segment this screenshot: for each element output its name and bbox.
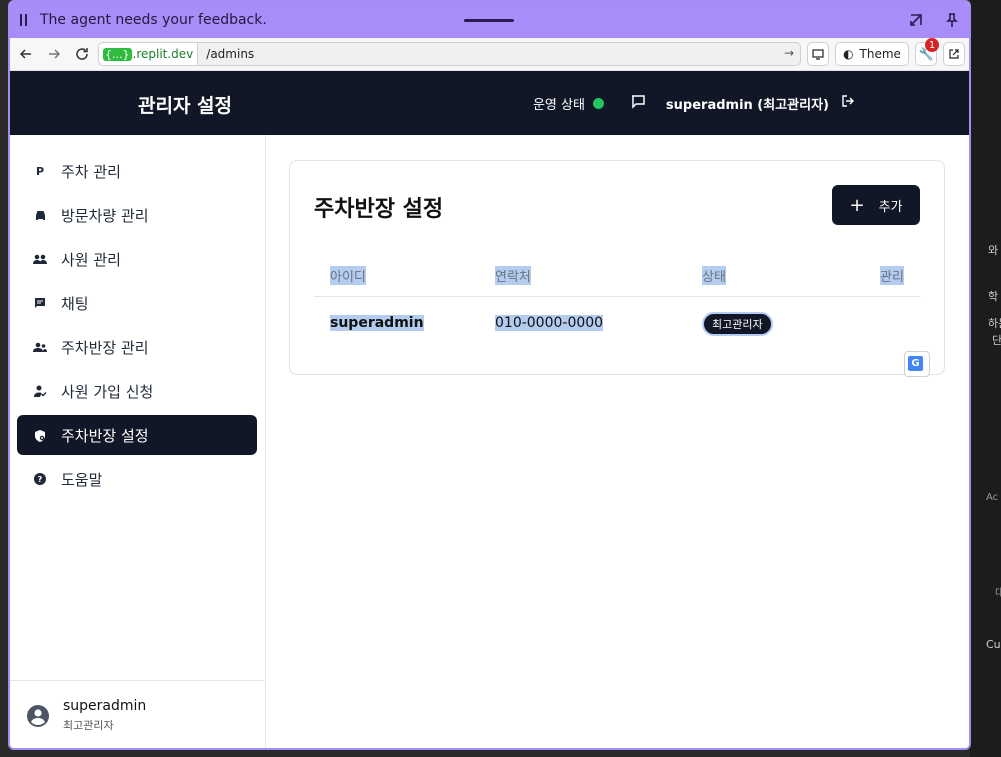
agent-message: The agent needs your feedback. bbox=[40, 12, 267, 28]
svg-text:?: ? bbox=[38, 475, 43, 484]
plus-icon: + bbox=[849, 194, 865, 216]
parking-icon: P bbox=[35, 164, 45, 178]
sidebar-item-visitor-vehicles[interactable]: 방문차량 관리 bbox=[17, 195, 257, 235]
sidebar-item-label: 채팅 bbox=[61, 294, 89, 313]
footer-username: superadmin bbox=[63, 698, 147, 714]
popout-icon[interactable] bbox=[909, 12, 923, 26]
logout-icon[interactable] bbox=[841, 94, 855, 112]
bg-fragment: 학 bbox=[988, 290, 999, 303]
devtools-button[interactable]: 🔧 1 bbox=[915, 38, 939, 66]
pin-icon[interactable] bbox=[945, 12, 959, 27]
sidebar-item-signup-requests[interactable]: 사원 가입 신청 bbox=[17, 371, 257, 411]
column-header: 아이디 bbox=[330, 266, 366, 285]
column-header: 관리 bbox=[880, 266, 904, 285]
theme-button[interactable]: ◐ Theme bbox=[835, 42, 909, 66]
sidebar-item-help[interactable]: ? 도움말 bbox=[17, 459, 257, 499]
status-indicator bbox=[592, 97, 604, 109]
bg-fragment: 와 bbox=[988, 244, 999, 257]
sidebar: P 주차 관리 방문차량 관리 사원 관리 채팅 주차반장 관리 사원 가입 신… bbox=[10, 135, 266, 748]
address-bar[interactable]: {...} .replit.dev /admins → bbox=[98, 42, 801, 66]
url-bar: {...} .replit.dev /admins → ◐ Theme 🔧 1 bbox=[10, 38, 969, 71]
sidebar-item-chat[interactable]: 채팅 bbox=[17, 283, 257, 323]
app-header: 관리자 설정 운영 상태 superadmin (최고관리자) bbox=[10, 71, 969, 135]
sidebar-item-label: 방문차량 관리 bbox=[61, 206, 149, 225]
reload-icon[interactable] bbox=[72, 44, 92, 64]
cell-phone: 010-0000-0000 bbox=[495, 315, 604, 331]
chat-icon[interactable] bbox=[630, 93, 646, 113]
settings-card: 주차반장 설정 + 추가 아이디 연락처 상태 관리 superadmin 01… bbox=[289, 160, 945, 377]
sidebar-item-label: 주차반장 관리 bbox=[61, 338, 149, 357]
sidebar-item-parking[interactable]: P 주차 관리 bbox=[17, 151, 257, 191]
sidebar-item-label: 주차 관리 bbox=[61, 162, 121, 181]
sidebar-item-supervisor-settings[interactable]: 주차반장 설정 bbox=[17, 415, 257, 455]
sidebar-item-label: 사원 관리 bbox=[61, 250, 121, 269]
add-label: 추가 bbox=[878, 199, 903, 215]
group-icon bbox=[33, 340, 47, 354]
pause-icon[interactable] bbox=[20, 14, 30, 26]
background-app-strip: 와 학 하는 단 Ac 대 Cu bbox=[970, 0, 1001, 757]
footer-role: 최고관리자 bbox=[63, 719, 114, 732]
bg-fragment: 대 bbox=[995, 588, 1001, 599]
palette-icon: ◐ bbox=[843, 47, 854, 61]
domain-text: .replit.dev bbox=[132, 47, 194, 61]
sidebar-item-label: 사원 가입 신청 bbox=[61, 382, 154, 401]
google-translate-icon[interactable]: G bbox=[904, 351, 930, 377]
column-header: 연락처 bbox=[495, 266, 531, 285]
main-content: 주차반장 설정 + 추가 아이디 연락처 상태 관리 superadmin 01… bbox=[266, 135, 969, 748]
bg-fragment: 단 bbox=[992, 334, 1001, 347]
back-arrow-icon[interactable] bbox=[16, 44, 36, 64]
help-icon: ? bbox=[33, 472, 47, 486]
status-label: 운영 상태 bbox=[532, 97, 585, 113]
people-icon bbox=[33, 252, 47, 266]
open-new-tab-icon[interactable] bbox=[943, 42, 965, 66]
page-title: 관리자 설정 bbox=[138, 95, 233, 117]
drag-handle[interactable] bbox=[464, 19, 514, 22]
sidebar-item-employees[interactable]: 사원 관리 bbox=[17, 239, 257, 279]
car-icon bbox=[33, 208, 47, 222]
sidebar-item-label: 도움말 bbox=[61, 470, 103, 489]
domain-prefix: {...} bbox=[103, 47, 132, 61]
domain-chip: {...} .replit.dev bbox=[99, 43, 199, 65]
column-header: 상태 bbox=[702, 266, 726, 285]
agent-feedback-bar: The agent needs your feedback. bbox=[10, 2, 969, 38]
user-label: superadmin (최고관리자) bbox=[665, 97, 829, 113]
status-badge: 최고관리자 bbox=[702, 312, 773, 336]
go-arrow-icon[interactable]: → bbox=[784, 46, 794, 60]
avatar bbox=[27, 704, 49, 727]
sidebar-item-label: 주차반장 설정 bbox=[61, 426, 149, 445]
cell-id: superadmin bbox=[330, 315, 424, 331]
sidebar-item-supervisors[interactable]: 주차반장 관리 bbox=[17, 327, 257, 367]
theme-label: Theme bbox=[859, 47, 901, 61]
browser-window: The agent needs your feedback. {...} .re… bbox=[8, 0, 971, 750]
bg-fragment: Cu bbox=[986, 638, 1001, 651]
url-path: /admins bbox=[206, 47, 255, 61]
notification-badge: 1 bbox=[925, 38, 939, 52]
forward-arrow-icon[interactable] bbox=[44, 44, 64, 64]
admin-shield-icon bbox=[33, 428, 47, 442]
card-title: 주차반장 설정 bbox=[314, 197, 444, 222]
bg-fragment: 하는 bbox=[988, 317, 1001, 330]
bg-fragment: Ac bbox=[986, 492, 999, 503]
sidebar-user-footer[interactable]: superadmin 최고관리자 bbox=[10, 680, 265, 748]
user-check-icon bbox=[33, 384, 47, 398]
device-preview-icon[interactable] bbox=[807, 42, 829, 66]
chat-bubble-icon bbox=[33, 296, 47, 310]
table-header: 아이디 연락처 상태 관리 bbox=[314, 253, 921, 297]
add-button[interactable]: + 추가 bbox=[832, 185, 920, 225]
